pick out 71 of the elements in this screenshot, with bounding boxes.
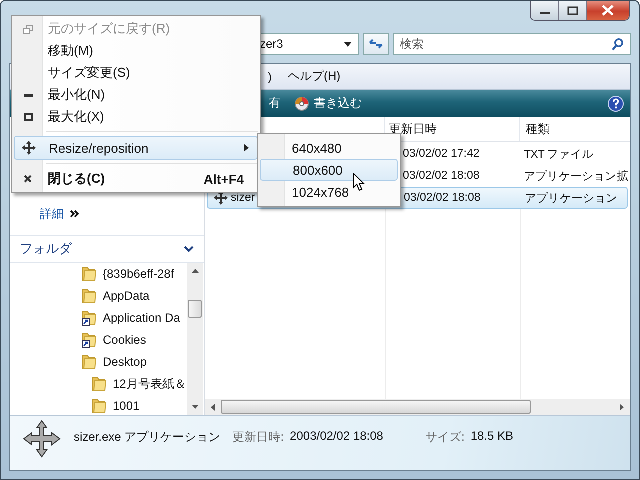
folders-header[interactable]: フォルダ	[10, 235, 204, 263]
move-arrows-icon	[22, 420, 62, 458]
scroll-left-icon[interactable]	[211, 404, 215, 410]
move-arrows-icon	[22, 141, 36, 155]
scroll-thumb[interactable]	[188, 300, 202, 318]
table-cell: 03/02/02 18:08	[403, 170, 480, 182]
folder-icon	[82, 288, 97, 304]
file-type-text: sizer.exe アプリケーション	[74, 429, 221, 446]
scroll-up-icon[interactable]	[192, 269, 198, 273]
shortcut-folder-icon	[82, 310, 97, 326]
scroll-thumb[interactable]	[221, 400, 531, 414]
disc-icon	[295, 96, 309, 110]
column-header[interactable]: 種類	[520, 117, 630, 141]
collapse-icon	[184, 246, 194, 252]
tree-item[interactable]: Cookies	[10, 329, 187, 351]
table-cell: アプリケーション	[525, 192, 618, 204]
tree-item[interactable]: 1001	[10, 395, 187, 415]
maximize-button[interactable]	[559, 1, 587, 20]
scroll-down-icon[interactable]	[192, 405, 198, 409]
address-text: zer3	[260, 37, 284, 51]
maximize-icon	[566, 6, 578, 16]
scroll-right-icon[interactable]	[620, 404, 624, 410]
close-button[interactable]	[587, 1, 629, 20]
search-icon	[612, 38, 624, 50]
submenu-arrow-icon	[244, 144, 249, 152]
restore-icon	[23, 24, 33, 34]
menu-item[interactable]: 最小化(N)	[14, 84, 258, 106]
minimize-icon	[24, 94, 32, 96]
property-label: サイズ:	[425, 429, 465, 446]
menu-item[interactable]: 最大化(X)	[14, 106, 258, 128]
toolbar-button[interactable]: 書き込む	[292, 93, 365, 114]
menu-item[interactable]: 800x600	[260, 159, 398, 181]
folder-icon	[82, 266, 97, 282]
menu-item[interactable]: Resize/reposition	[14, 136, 258, 160]
vertical-scrollbar[interactable]	[187, 263, 203, 415]
move-arrows-icon	[214, 191, 228, 205]
toolbar-button[interactable]: 有	[266, 93, 284, 114]
horizontal-scrollbar[interactable]	[205, 399, 630, 415]
tree-item[interactable]: {839b6eff-28f	[10, 263, 187, 285]
menu-item[interactable]: サイズ変更(S)	[14, 62, 258, 84]
table-cell: 03/02/02 17:42	[403, 148, 480, 160]
table-cell: TXT ファイル	[524, 148, 594, 160]
tree-item[interactable]: Application Da	[10, 307, 187, 329]
menu-item[interactable]: 閉じる(C) Alt+F4	[14, 168, 258, 190]
refresh-button[interactable]	[363, 33, 389, 55]
shortcut-text: Alt+F4	[204, 172, 244, 186]
refresh-icon	[368, 37, 384, 51]
shortcut-folder-icon	[82, 332, 97, 348]
property-label: 更新日時:	[232, 429, 284, 446]
help-icon[interactable]	[608, 96, 624, 112]
property-value: 2003/02/02 18:08	[290, 429, 384, 445]
folder-icon	[92, 376, 107, 392]
close-icon	[24, 175, 32, 183]
table-cell: アプリケーション拡	[524, 170, 628, 182]
details-link[interactable]: 詳細	[40, 206, 64, 222]
folder-icon	[82, 354, 97, 370]
dropdown-arrow-icon	[344, 42, 352, 46]
menu-item[interactable]: )	[266, 68, 274, 86]
tree-item[interactable]: Desktop	[10, 351, 187, 373]
menu-item[interactable]: ヘルプ(H)	[286, 66, 343, 87]
close-icon	[601, 5, 615, 16]
table-cell: 03/02/02 18:08	[404, 192, 481, 204]
tree-item[interactable]: AppData	[10, 285, 187, 307]
pointer-icon	[353, 173, 365, 192]
minimize-button[interactable]	[531, 1, 559, 20]
folder-icon	[92, 398, 107, 414]
property-value: 18.5 KB	[470, 429, 514, 445]
chevron-icon	[70, 210, 80, 218]
tree-item[interactable]: 12月号表紙＆	[10, 373, 187, 395]
search-field[interactable]: 検索	[393, 33, 631, 55]
maximize-icon	[24, 113, 32, 121]
